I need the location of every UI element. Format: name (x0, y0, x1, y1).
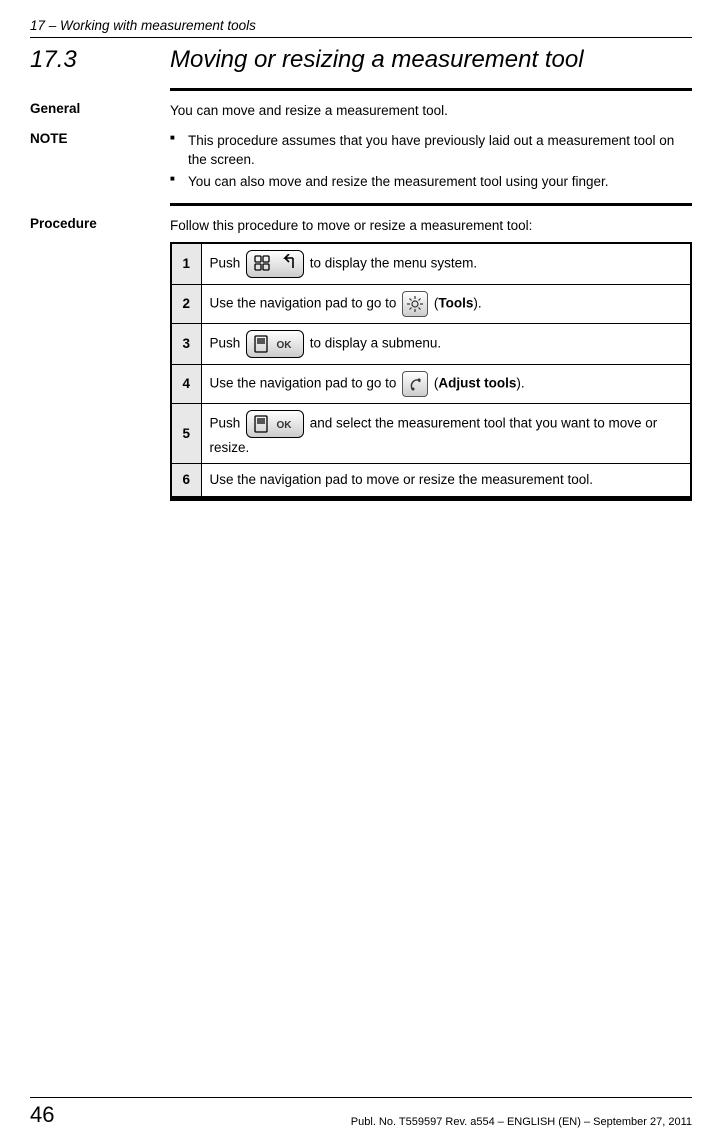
note-list: This procedure assumes that you have pre… (170, 131, 692, 192)
section-title-text: Moving or resizing a measurement tool (170, 46, 584, 74)
step-number: 6 (171, 464, 201, 497)
step-number: 4 (171, 364, 201, 403)
note-label: NOTE (30, 131, 170, 194)
step-cell: Push OK and select the measurement tool … (201, 403, 691, 464)
section-heading: 17.3 Moving or resizing a measurement to… (30, 46, 692, 74)
table-row: 2 Use the navigation pad to go to (Tools… (171, 284, 691, 323)
step-text: to display the menu system. (306, 255, 477, 270)
divider-rule (170, 498, 692, 501)
page-number: 46 (30, 1102, 54, 1128)
step-cell: Push OK to display a submenu. (201, 323, 691, 364)
table-row: 5 Push OK and select the measurement too… (171, 403, 691, 464)
ok-button-icon: OK (246, 330, 304, 358)
procedure-intro: Follow this procedure to move or resize … (170, 216, 692, 236)
publication-info: Publ. No. T559597 Rev. a554 – ENGLISH (E… (351, 1116, 692, 1128)
step-paren-label: Adjust tools (438, 375, 516, 390)
svg-text:OK: OK (277, 420, 293, 431)
chapter-reference: 17 – Working with measurement tools (30, 18, 256, 33)
step-cell: Use the navigation pad to move or resize… (201, 464, 691, 497)
adjust-tools-icon (402, 371, 428, 397)
tools-icon (402, 291, 428, 317)
step-cell: Use the navigation pad to go to (Adjust … (201, 364, 691, 403)
procedure-table: 1 Push to display the menu system. 2 Use… (170, 242, 692, 498)
note-item: This procedure assumes that you have pre… (170, 131, 692, 170)
divider-rule (170, 203, 692, 206)
step-text: Use the navigation pad to go to (210, 295, 401, 310)
step-text: . (478, 295, 482, 310)
step-paren-label: Tools (438, 295, 473, 310)
menu-button-icon (246, 250, 304, 278)
page-header: 17 – Working with measurement tools (30, 18, 692, 38)
divider-rule (170, 88, 692, 91)
svg-text:OK: OK (277, 340, 293, 351)
procedure-block: Procedure Follow this procedure to move … (30, 216, 692, 511)
table-row: 3 Push OK to display a submenu. (171, 323, 691, 364)
table-row: 1 Push to display the menu system. (171, 243, 691, 285)
step-number: 2 (171, 284, 201, 323)
note-block: NOTE This procedure assumes that you hav… (30, 131, 692, 194)
step-text: . (521, 375, 525, 390)
step-text: Push (210, 415, 245, 430)
general-text: You can move and resize a measurement to… (170, 101, 692, 121)
step-number: 3 (171, 323, 201, 364)
general-block: General You can move and resize a measur… (30, 101, 692, 121)
step-text: to display a submenu. (306, 335, 441, 350)
step-text: Use the navigation pad to go to (210, 375, 401, 390)
step-cell: Use the navigation pad to go to (Tools). (201, 284, 691, 323)
page-footer: 46 Publ. No. T559597 Rev. a554 – ENGLISH… (30, 1097, 692, 1128)
note-item: You can also move and resize the measure… (170, 172, 692, 192)
step-cell: Push to display the menu system. (201, 243, 691, 285)
step-number: 5 (171, 403, 201, 464)
table-row: 4 Use the navigation pad to go to (Adjus… (171, 364, 691, 403)
step-text: Push (210, 255, 245, 270)
table-row: 6 Use the navigation pad to move or resi… (171, 464, 691, 497)
general-label: General (30, 101, 170, 121)
ok-button-icon: OK (246, 410, 304, 438)
step-text: Use the navigation pad to move or resize… (210, 472, 593, 487)
step-number: 1 (171, 243, 201, 285)
step-text: Push (210, 335, 245, 350)
procedure-label: Procedure (30, 216, 170, 511)
section-number: 17.3 (30, 46, 170, 74)
